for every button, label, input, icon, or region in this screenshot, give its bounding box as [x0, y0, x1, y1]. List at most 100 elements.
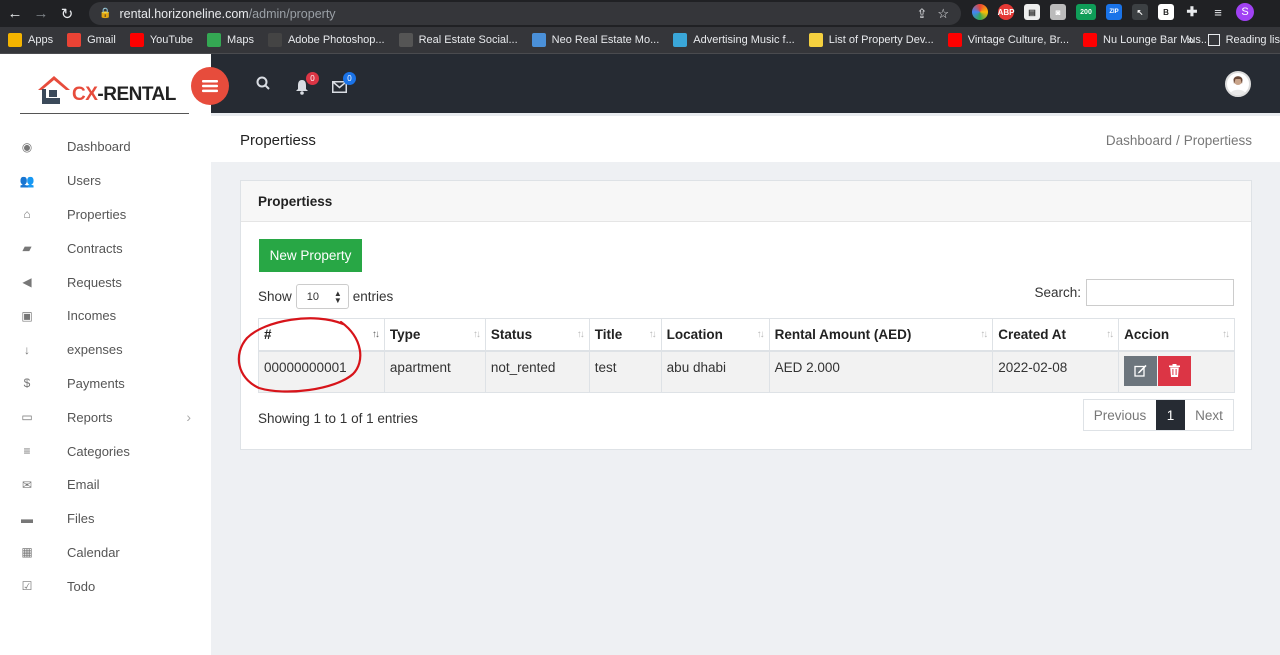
sidebar-item-expenses[interactable]: ↓ expenses [0, 333, 211, 367]
reading-list-button[interactable]: Reading lis [1207, 34, 1280, 46]
sidebar-item-dashboard[interactable]: ◉ Dashboard [0, 130, 211, 164]
sidebar-item-categories[interactable]: ≡ Categories [0, 434, 211, 468]
breadcrumb-separator: / [1175, 133, 1180, 148]
sort-icon: ↑↓ [980, 329, 988, 340]
sidebar-item-label: Reports [67, 409, 113, 425]
bookmark-item[interactable]: Advertising Music f... [673, 33, 795, 47]
bookmark-label: Adobe Photoshop... [287, 34, 385, 46]
cell-type: apartment [383, 350, 486, 393]
adblock-icon[interactable]: ABP [998, 4, 1014, 20]
bookmark-item[interactable]: Gmail [67, 33, 116, 47]
sidebar-menu: ◉ Dashboard 👥 Users ⌂ Properties ▰ Contracts ◀ Re… [0, 130, 211, 603]
cell-location: abu dhabi [660, 350, 770, 393]
column-header[interactable]: # ↑↓ [258, 318, 385, 352]
profile-avatar[interactable]: S [1236, 3, 1254, 21]
pagination: Previous 1 Next [1083, 399, 1234, 431]
sidebar-item-requests[interactable]: ◀ Requests [0, 265, 211, 299]
column-header[interactable]: Type ↑↓ [383, 318, 486, 352]
bookmark-star-icon[interactable]: ☆ [937, 6, 949, 22]
sidebar-item-calendar[interactable]: ▦ Calendar [0, 536, 211, 570]
table-row: 00000000001 apartment not_rented test abu dh… [258, 350, 1235, 393]
breadcrumb: Dashboard / Propertiess [1106, 133, 1252, 148]
save-extension-icon[interactable]: ▤ [1024, 4, 1040, 20]
sidebar-item-files[interactable]: ▬ Files [0, 502, 211, 536]
media-queue-icon[interactable]: ≡ [1210, 4, 1226, 20]
zip-icon[interactable]: ZIP [1106, 4, 1122, 20]
column-header[interactable]: Location ↑↓ [660, 318, 770, 352]
sidebar-item-users[interactable]: 👥 Users [0, 164, 211, 198]
brand-logo[interactable]: CX-RENTAL [20, 66, 189, 114]
sidebar-item-contracts[interactable]: ▰ Contracts [0, 231, 211, 265]
search-input[interactable] [1086, 279, 1234, 306]
sidebar-item-payments[interactable]: $ Payments [0, 367, 211, 401]
forward-icon[interactable]: → [30, 3, 52, 25]
page-1-button[interactable]: 1 [1156, 400, 1185, 430]
sidebar-item-reports[interactable]: ▭ Reports › [0, 400, 211, 434]
bookmark-item[interactable]: Apps [8, 33, 53, 47]
sidebar-item-label: expenses [67, 342, 123, 358]
sort-icon: ↑↓ [756, 329, 765, 340]
sidebar-item-label: Users [67, 173, 101, 189]
counter-extension-icon[interactable]: 200 [1076, 4, 1096, 20]
sidebar-item-label: Calendar [67, 544, 120, 560]
inbox-icon: ▭ [21, 410, 33, 425]
bookmark-item[interactable]: Vintage Culture, Br... [947, 33, 1069, 47]
sort-amount-icon: ↓ [24, 342, 30, 357]
bookmarks-overflow-button[interactable]: » [1187, 33, 1194, 47]
reading-list-label: Reading lis [1225, 34, 1280, 46]
column-header-label: Status [490, 326, 533, 342]
brand-name: CX-RENTAL [72, 84, 176, 106]
color-extension-icon[interactable] [972, 4, 988, 20]
reload-icon[interactable]: ↻ [56, 3, 78, 25]
notifications-badge: 0 [306, 72, 319, 85]
column-header[interactable]: Created At ↑↓ [992, 318, 1120, 352]
edit-button[interactable] [1124, 355, 1158, 386]
puzzle-icon[interactable]: ✚ [1184, 4, 1200, 20]
dashboard-icon: ◉ [21, 139, 33, 154]
cell-actions [1118, 350, 1235, 393]
column-header[interactable]: Rental Amount (AED) ↑↓ [768, 318, 994, 352]
sidebar-item-incomes[interactable]: ▣ Incomes [0, 299, 211, 333]
camera-icon[interactable]: ◙ [1050, 4, 1066, 20]
top-navbar [211, 54, 1280, 113]
bookmark-item[interactable]: Adobe Photoshop... [267, 33, 385, 47]
breadcrumb-home[interactable]: Dashboard [1106, 133, 1172, 148]
column-header-label: # [264, 326, 272, 342]
user-avatar[interactable] [1225, 71, 1251, 97]
bookmark-item[interactable]: Maps [207, 33, 254, 47]
sidebar-item-email[interactable]: ✉ Email [0, 468, 211, 502]
sort-updown-icon: ▲ ▼ [333, 288, 342, 305]
address-bar[interactable]: 🔒 rental.horizoneline.com/admin/property… [89, 2, 961, 25]
brand-prefix: CX [72, 83, 98, 105]
column-header[interactable]: Accion ↑↓ [1118, 318, 1235, 352]
brand-suffix: -RENTAL [97, 83, 176, 105]
new-property-button[interactable]: New Property [259, 239, 362, 272]
column-header[interactable]: Status ↑↓ [484, 318, 590, 352]
b-extension-icon[interactable]: B [1158, 4, 1174, 20]
next-page-button[interactable]: Next [1185, 400, 1233, 430]
calendar-icon: ▦ [21, 545, 33, 560]
bookmark-item[interactable]: Neo Real Estate Mo... [531, 33, 659, 47]
bookmark-item[interactable]: List of Property Dev... [808, 33, 934, 47]
list-icon [808, 33, 823, 47]
cursor-extension-icon[interactable]: ↖ [1132, 4, 1148, 20]
browser-toolbar: ← → ↻ 🔒 rental.horizoneline.com/admin/pr… [0, 0, 1280, 27]
share-icon[interactable]: ⇪ [916, 6, 927, 22]
users-icon: 👥 [19, 173, 35, 188]
search-label: Search: [1034, 285, 1081, 300]
bookmark-item[interactable]: YouTube [129, 33, 193, 47]
sidebar-item-properties[interactable]: ⌂ Properties [0, 198, 211, 232]
search-icon[interactable] [256, 76, 270, 94]
bookmark-item[interactable]: Real Estate Social... [398, 33, 518, 47]
column-header[interactable]: Title ↑↓ [588, 318, 662, 352]
sidebar: CX-RENTAL ◉ Dashboard 👥 Users ⌂ Properties ▰ Co… [0, 54, 211, 655]
back-icon[interactable]: ← [4, 3, 26, 25]
sidebar-toggle-button[interactable] [191, 67, 229, 105]
url-path: /admin/property [248, 6, 336, 21]
delete-button[interactable] [1158, 355, 1192, 386]
previous-page-button[interactable]: Previous [1084, 400, 1156, 430]
sidebar-item-todo[interactable]: ☑ Todo [0, 569, 211, 603]
cell-id: 00000000001 [258, 350, 385, 393]
page-length-select[interactable]: 10 ▲ ▼ [295, 284, 349, 309]
reading-list-icon [1207, 34, 1220, 46]
